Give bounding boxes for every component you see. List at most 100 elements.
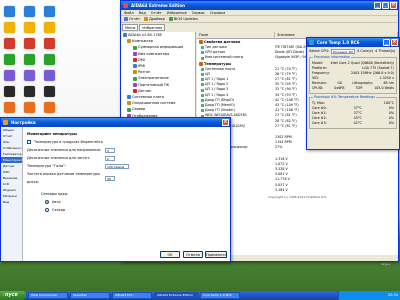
frequency-decimals-spinner[interactable]: 2: [105, 155, 115, 161]
task-coretemp[interactable]: Core Temp 1.0 RC6: [200, 292, 240, 299]
desktop-shortcut-icon[interactable]: [24, 22, 35, 33]
tdp-value: 105.0 Watts: [374, 86, 394, 90]
disk-poll-label: Частота опроса датчиков температуры диск…: [27, 172, 101, 184]
desktop-shortcut-icon[interactable]: [24, 6, 35, 17]
desktop-shortcut-icon[interactable]: [4, 22, 15, 33]
radio-auto-row: Авто: [27, 198, 227, 206]
driver-icon: [144, 17, 149, 21]
cancel-button[interactable]: Отмена: [183, 251, 203, 258]
desktop-shortcut-icon[interactable]: [4, 38, 15, 49]
aida64-tabs: Меню Избранное: [121, 23, 196, 32]
aida64-titlebar[interactable]: AIDA64 Extreme Edition _ □ ×: [121, 1, 398, 10]
sensor-icon: [201, 78, 204, 82]
task-speedfan[interactable]: Speedfan: [70, 292, 110, 299]
tree-item-icon: [127, 107, 131, 112]
tray-clock[interactable]: 20:34: [388, 293, 398, 297]
report-label: Отчёт: [129, 16, 141, 21]
radio-sensor-label: Сенсор: [52, 208, 66, 212]
minimize-button[interactable]: _: [374, 2, 381, 9]
skype-desktop-label: Skype: [381, 262, 391, 266]
fahrenheit-checkbox[interactable]: [27, 140, 31, 144]
task-aida64-short[interactable]: AIDA64 Ext...: [112, 292, 152, 299]
coretemp-title: Core Temp 1.0 RC6: [317, 40, 360, 45]
field-row: Температура "Голы": 100 Celsius: [27, 162, 227, 170]
settings-titlebar[interactable]: Настройки ×: [1, 118, 230, 127]
desktop-shortcut-icon[interactable]: [44, 22, 55, 33]
tree-item-icon: [127, 95, 131, 100]
sensor-icon: [201, 88, 204, 92]
sensor-icon: [201, 104, 204, 108]
settings-nav-item[interactable]: Вид: [1, 199, 22, 205]
driver-button[interactable]: Драйвер: [144, 16, 165, 22]
cpuid-value: 0x6FB: [334, 86, 345, 90]
tab-favorites[interactable]: Избранное: [139, 24, 166, 31]
tree-item-icon: [133, 76, 137, 81]
menu-report[interactable]: Отчёт: [151, 10, 162, 15]
processor-select[interactable]: Processor #0: [331, 49, 356, 54]
select-cpu-label: Select CPU:: [309, 49, 330, 53]
section-icon: [199, 61, 203, 66]
desktop-shortcut-icon[interactable]: [44, 38, 55, 49]
desktop-shortcut-icon[interactable]: [4, 54, 15, 65]
field-row: Десятичные значения для частот: 2: [27, 154, 227, 162]
core3-temp: 42°C: [353, 121, 362, 125]
column-field[interactable]: Поле: [197, 32, 275, 38]
desktop-shortcut-icon[interactable]: [44, 102, 55, 113]
tree-item-icon: [127, 101, 131, 106]
disk-poll-spinner[interactable]: 30: [105, 175, 115, 181]
settings-app-icon: [3, 120, 8, 125]
apply-button[interactable]: Применить: [205, 251, 227, 258]
cpu-sensor-label: Сенсоры ядер:: [41, 192, 69, 196]
tree-item-icon: [133, 57, 137, 62]
bios-updates-label: BIOS Updates: [173, 16, 198, 21]
sensor-icon: [201, 109, 204, 113]
sensor-icon: [201, 56, 204, 60]
desktop-shortcut-icon[interactable]: [44, 70, 55, 81]
tree-item-icon: [133, 70, 137, 75]
cores-count: 4 Core(s): [357, 49, 374, 53]
desktop-shortcut-icon[interactable]: [44, 54, 55, 65]
menu-favorites[interactable]: Избранное: [167, 10, 187, 15]
maximize-button[interactable]: □: [382, 2, 389, 9]
bios-updates-button[interactable]: BIOS Updates: [168, 16, 198, 22]
desktop-shortcut-icon[interactable]: [4, 86, 15, 97]
desktop-shortcut-icon[interactable]: [24, 102, 35, 113]
task-aida64[interactable]: AIDA64 Extreme Edition: [154, 292, 198, 299]
menu-view[interactable]: Вид: [139, 10, 146, 15]
desktop-shortcut-icon[interactable]: [4, 70, 15, 81]
frequency-decimals-label: Десятичные значения для частот:: [27, 156, 91, 160]
ct-minimize-button[interactable]: _: [383, 39, 390, 46]
radio-auto[interactable]: [45, 200, 49, 204]
menu-help[interactable]: Справка: [210, 10, 225, 15]
desktop-shortcut-icon[interactable]: [24, 86, 35, 97]
menu-tools[interactable]: Сервис: [192, 10, 205, 15]
desktop-shortcut-icon[interactable]: [44, 6, 55, 17]
start-button[interactable]: пуск: [0, 291, 26, 300]
core3-load: 0%: [388, 121, 394, 125]
menu-file[interactable]: Файл: [124, 10, 134, 15]
ct-close-button[interactable]: ×: [391, 39, 398, 46]
desktop-shortcut-icon[interactable]: [24, 54, 35, 65]
task-total-commander[interactable]: Total Commander: [28, 292, 68, 299]
system-tray: 20:34: [338, 291, 400, 300]
desktop-shortcut-icon[interactable]: [4, 102, 15, 113]
settings-close-button[interactable]: ×: [222, 119, 229, 126]
desktop-shortcut-icon[interactable]: [24, 70, 35, 81]
desktop-shortcut-icon[interactable]: [24, 38, 35, 49]
radio-sensor[interactable]: [45, 208, 49, 212]
ok-button[interactable]: OK: [160, 251, 180, 258]
aida64-toolbar: Отчёт Драйвер BIOS Updates: [121, 16, 398, 23]
tjmax-combo[interactable]: 100 Celsius: [105, 163, 129, 169]
tree-item-icon: [133, 64, 137, 69]
sensor-icon: [201, 67, 204, 71]
voltage-decimals-spinner[interactable]: 3: [105, 147, 115, 153]
close-button[interactable]: ×: [390, 2, 397, 9]
desktop-shortcut-icon[interactable]: [4, 6, 15, 17]
report-button[interactable]: Отчёт: [124, 16, 140, 22]
desktop-shortcut-icon[interactable]: [44, 86, 55, 97]
fahrenheit-label: Температура в градусах Фаренгейта: [34, 140, 103, 144]
tree-item-icon: [133, 45, 137, 50]
tab-menu[interactable]: Меню: [122, 24, 139, 31]
tree-item-icon: [133, 88, 137, 93]
coretemp-titlebar[interactable]: Core Temp 1.0 RC6 _ ×: [307, 38, 399, 47]
